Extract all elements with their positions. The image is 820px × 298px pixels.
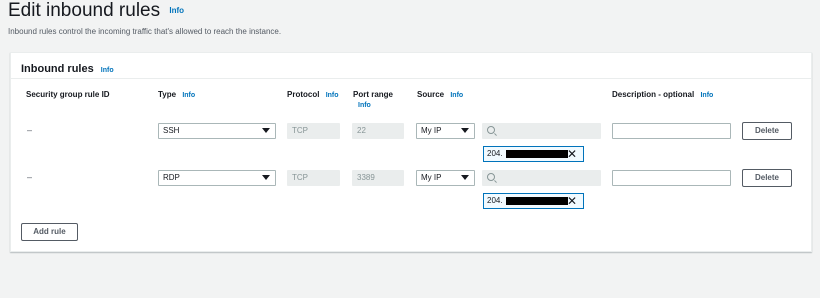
column-header-port-range-label: Port range — [353, 90, 394, 99]
panel-header — [11, 53, 811, 79]
description-input[interactable] — [612, 123, 731, 139]
panel-title: Inbound rules Info — [21, 63, 114, 75]
close-icon[interactable]: ✕ — [567, 194, 577, 208]
source-search-input[interactable] — [482, 123, 601, 139]
close-icon[interactable]: ✕ — [567, 147, 577, 161]
port-range-field: 3389 — [352, 170, 404, 186]
source-cidr-token: 204. ✕ — [483, 193, 584, 209]
column-header-port-range: Port range Info — [353, 90, 393, 109]
search-icon — [487, 173, 495, 181]
source-select-value: My IP — [421, 126, 442, 135]
protocol-info-link[interactable]: Info — [326, 92, 339, 99]
type-select[interactable]: RDP — [158, 170, 276, 186]
description-input[interactable] — [612, 170, 731, 186]
column-header-rule-id: Security group rule ID — [26, 90, 110, 99]
column-header-description: Description - optional Info — [612, 90, 713, 99]
redaction-bar — [506, 150, 568, 158]
chevron-down-icon — [461, 175, 469, 180]
source-cidr-value: 204. — [487, 196, 503, 205]
page-title-text: Edit inbound rules — [8, 0, 161, 21]
column-header-protocol: Protocol Info — [287, 90, 339, 99]
source-select[interactable]: My IP — [416, 123, 475, 139]
column-header-description-label: Description - optional — [612, 90, 695, 99]
port-range-field: 22 — [352, 123, 404, 139]
rule-id: – — [27, 172, 33, 182]
column-header-protocol-label: Protocol — [287, 90, 320, 99]
rule-id: – — [27, 125, 33, 135]
description-info-link[interactable]: Info — [700, 92, 713, 99]
port-range-info-link[interactable]: Info — [358, 102, 393, 109]
column-header-type-label: Type — [158, 90, 177, 99]
source-info-link[interactable]: Info — [450, 92, 463, 99]
column-header-source: Source Info — [417, 90, 463, 99]
delete-button[interactable]: Delete — [742, 169, 792, 187]
search-icon — [487, 126, 495, 134]
type-info-link[interactable]: Info — [182, 92, 195, 99]
column-header-type: Type Info — [158, 90, 195, 99]
source-cidr-token: 204. ✕ — [483, 146, 584, 162]
type-select-value: RDP — [163, 173, 180, 182]
redaction-bar — [506, 197, 568, 205]
protocol-field: TCP — [287, 170, 340, 186]
inbound-rules-panel: Inbound rules Info Security group rule I… — [10, 52, 812, 252]
rule-row: – RDP TCP 3389 My IP 204. ✕ Delete — [11, 169, 811, 220]
rule-row: – SSH TCP 22 My IP 204. ✕ Delete — [11, 122, 811, 173]
source-select[interactable]: My IP — [416, 170, 475, 186]
chevron-down-icon — [461, 128, 469, 133]
page-title: Edit inbound rules Info — [8, 0, 184, 22]
add-rule-button[interactable]: Add rule — [21, 223, 78, 241]
chevron-down-icon — [262, 175, 270, 180]
protocol-field: TCP — [287, 123, 340, 139]
page-description: Inbound rules control the incoming traff… — [8, 27, 282, 36]
delete-button[interactable]: Delete — [742, 122, 792, 140]
type-select-value: SSH — [163, 126, 180, 135]
panel-title-info-link[interactable]: Info — [101, 67, 114, 74]
chevron-down-icon — [262, 128, 270, 133]
column-header-source-label: Source — [417, 90, 445, 99]
source-search-input[interactable] — [482, 170, 601, 186]
source-cidr-value: 204. — [487, 149, 503, 158]
panel-title-text: Inbound rules — [21, 63, 94, 75]
page-title-info-link[interactable]: Info — [169, 6, 184, 15]
source-select-value: My IP — [421, 173, 442, 182]
type-select[interactable]: SSH — [158, 123, 276, 139]
